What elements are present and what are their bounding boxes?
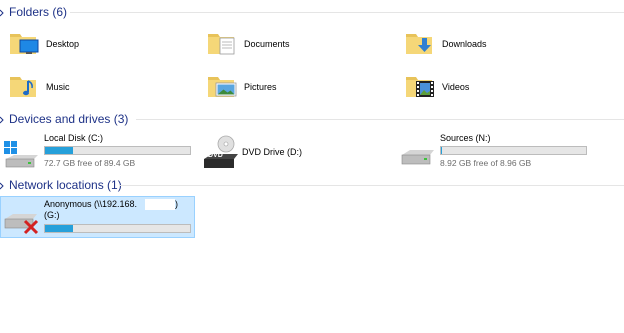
drive-usage-fill [45,225,73,232]
drive-name: Anonymous (\\192.168. [44,199,138,209]
drive-sources-n[interactable]: Sources (N:) 8.92 GB free of 8.96 GB [398,133,590,171]
drive-free-space: 8.92 GB free of 8.96 GB [440,158,532,168]
group-title: Folders (6) [9,5,68,19]
network-drive-g[interactable]: Anonymous (\\192.168. ) (G:) [0,196,195,238]
folder-documents[interactable]: Documents [206,28,290,60]
pictures-folder-icon [206,69,238,106]
folder-downloads[interactable]: Downloads [404,28,487,60]
drive-name: Sources (N:) [440,133,491,143]
drive-free-space: 72.7 GB free of 89.4 GB [44,158,136,168]
folder-label: Pictures [244,82,277,92]
downloads-folder-icon [404,26,436,63]
group-divider [136,119,624,120]
music-folder-icon [8,69,40,106]
drive-dvd-d[interactable]: DVD DVD Drive (D:) [202,133,392,171]
desktop-folder-icon [8,26,40,63]
drive-usage-bar [440,146,587,155]
folder-videos[interactable]: Videos [404,71,469,103]
folder-music[interactable]: Music [8,71,70,103]
drive-name: Local Disk (C:) [44,133,104,143]
videos-folder-icon [404,69,436,106]
folder-label: Music [46,82,70,92]
drive-name-close-paren: ) [175,199,178,209]
folder-pictures[interactable]: Pictures [206,71,277,103]
drive-usage-bar [44,146,191,155]
folder-label: Documents [244,39,290,49]
folder-desktop[interactable]: Desktop [8,28,79,60]
chevron-down-icon [0,180,6,190]
group-title: Devices and drives (3) [9,112,129,126]
dvd-drive-icon: DVD [202,135,240,174]
folder-label: Desktop [46,39,80,49]
group-header-folders[interactable]: Folders (6) [0,3,67,21]
group-header-network[interactable]: Network locations (1) [0,176,122,194]
drive-usage-bar [44,224,191,233]
group-divider [120,185,624,186]
drive-local-disk-c[interactable]: Local Disk (C:) 72.7 GB free of 89.4 GB [2,133,192,171]
hard-drive-icon [398,139,436,174]
redacted-address [145,199,175,210]
drive-usage-fill [441,147,442,154]
chevron-down-icon [0,114,6,124]
svg-text:DVD: DVD [208,152,223,159]
disconnected-network-drive-icon [3,205,43,242]
folder-label: Videos [442,82,470,92]
group-header-devices[interactable]: Devices and drives (3) [0,110,128,128]
windows-drive-icon [2,137,40,174]
group-title: Network locations (1) [9,178,122,192]
drive-letter: (G:) [44,210,60,220]
drive-usage-fill [45,147,73,154]
drive-name: DVD Drive (D:) [242,147,302,157]
chevron-down-icon [0,7,6,17]
documents-folder-icon [206,26,238,63]
group-divider [70,12,624,13]
folder-label: Downloads [442,39,487,49]
